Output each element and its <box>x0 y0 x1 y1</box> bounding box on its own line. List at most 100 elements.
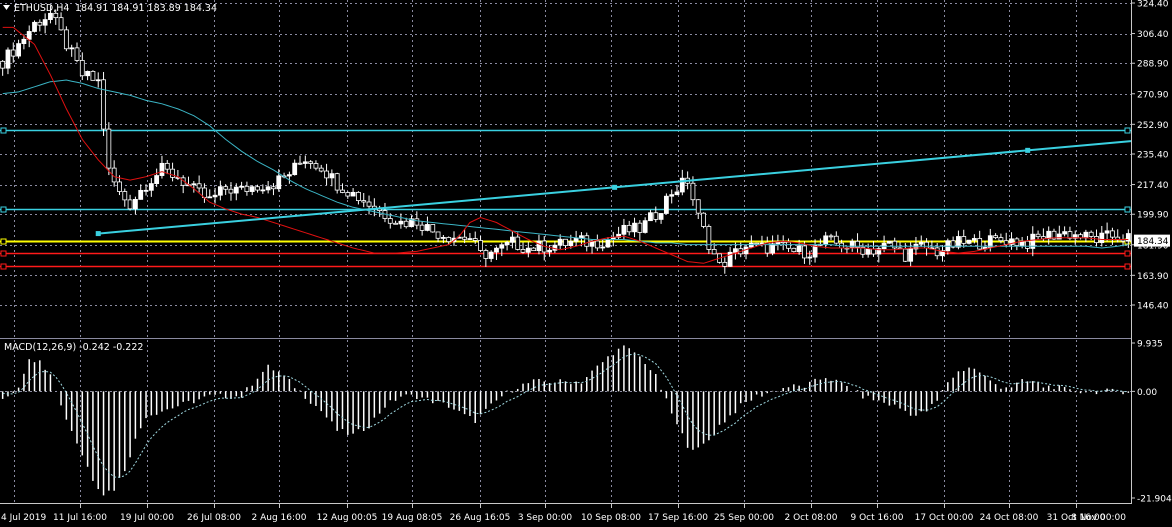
candle-body <box>754 242 760 245</box>
candle-body <box>223 186 229 190</box>
level-handle[interactable] <box>0 206 7 213</box>
candle-body <box>276 175 282 190</box>
level-handle[interactable] <box>0 127 7 134</box>
candle-body <box>63 29 69 50</box>
candle-body <box>780 241 786 244</box>
price-tick-label: 199.90 <box>1137 211 1169 221</box>
candle-body <box>340 189 345 193</box>
candle-body <box>823 235 829 245</box>
level-handle[interactable] <box>1124 206 1131 213</box>
candle-body <box>48 12 53 20</box>
time-tick-label: 4 Jul 2019 <box>1 513 46 523</box>
trendline-handle[interactable] <box>1025 147 1031 153</box>
price-tick-label: 146.40 <box>1137 302 1169 312</box>
time-tick-label: 12 Aug 00:05 <box>317 513 378 523</box>
candle-body <box>849 240 855 249</box>
candle-body <box>122 191 128 201</box>
time-tick-label: 10 Sep 08:00 <box>581 513 641 523</box>
candle-body <box>207 196 213 199</box>
candle-body <box>887 240 892 244</box>
candle-body <box>478 240 483 251</box>
time-tick-label: 3 Sep 00:00 <box>518 513 573 523</box>
candle-body <box>605 239 611 248</box>
level-handle[interactable] <box>0 263 7 270</box>
time-tick-label: 25 Sep 00:00 <box>714 513 774 523</box>
candle-body <box>956 236 961 248</box>
candle-body <box>1110 230 1115 238</box>
candle-body <box>977 238 983 250</box>
level-handle[interactable] <box>0 238 7 245</box>
candle-body <box>584 235 590 247</box>
candle-body <box>865 248 871 255</box>
candle-body <box>302 161 308 164</box>
candle-body <box>239 185 244 188</box>
candle-body <box>79 60 85 77</box>
candle-body <box>568 240 574 246</box>
candle-body <box>308 161 314 164</box>
candle-body <box>85 71 91 77</box>
candle-body <box>833 235 839 244</box>
level-handle[interactable] <box>1124 263 1131 270</box>
candle-body <box>961 236 967 244</box>
candle-body <box>106 128 112 169</box>
candle-body <box>387 218 393 224</box>
candle-body <box>164 162 170 170</box>
time-tick-label: 24 Oct 08:00 <box>980 513 1039 523</box>
candle-body <box>403 220 409 228</box>
candle-body <box>366 201 372 207</box>
candle-body <box>557 238 563 246</box>
candle-body <box>701 212 706 227</box>
price-tick-label: 217.40 <box>1137 181 1169 191</box>
level-handle[interactable] <box>0 250 7 257</box>
candle-body <box>971 238 977 241</box>
candle-body <box>494 247 499 253</box>
trendline-handle[interactable] <box>95 231 101 237</box>
candle-body <box>1025 240 1030 249</box>
trading-chart[interactable]: 324.40 306.40 288.90 270.90 252.90 235.40 217.… <box>0 0 1172 527</box>
candle-body <box>1088 231 1094 237</box>
level-handle[interactable] <box>1124 127 1131 134</box>
candle-body <box>653 212 659 220</box>
candle-body <box>993 235 998 239</box>
candle-body <box>515 236 521 250</box>
candle-body <box>42 19 48 26</box>
candle-body <box>101 79 106 130</box>
candle-body <box>90 71 96 81</box>
candle-body <box>520 249 526 253</box>
candle-body <box>1099 232 1105 244</box>
candle-body <box>32 21 37 32</box>
candle-body <box>334 173 340 191</box>
candle-body <box>271 186 276 190</box>
candle-body <box>547 249 552 253</box>
candle-body <box>233 186 239 194</box>
candle-body <box>525 247 531 253</box>
candle-body <box>419 224 425 231</box>
candle-body <box>265 186 271 191</box>
candle-body <box>658 213 664 220</box>
candle-body <box>637 222 643 233</box>
candle-body <box>600 246 606 249</box>
candle-body <box>828 235 834 238</box>
candle-body <box>69 47 75 50</box>
candle-body <box>154 175 160 184</box>
symbol-label: ETHUSD,H4 <box>14 3 69 14</box>
candle-body <box>255 186 260 191</box>
macd-tick-label: 9.935 <box>1137 340 1163 350</box>
candle-body <box>393 222 398 225</box>
level-handle[interactable] <box>1124 250 1131 257</box>
candle-body <box>462 236 468 240</box>
candle-body <box>345 192 351 197</box>
trendline-handle[interactable] <box>612 184 618 190</box>
price-tick-label: 163.90 <box>1137 272 1169 282</box>
candle-body <box>138 189 144 200</box>
candle-body <box>594 240 600 249</box>
candle-body <box>446 237 452 243</box>
time-tick-label: 17 Oct 00:00 <box>915 513 974 523</box>
candle-body <box>21 38 27 45</box>
time-tick-label: 17 Sep 16:00 <box>648 513 708 523</box>
candle-body <box>297 162 303 165</box>
chart-background <box>0 0 1172 527</box>
macd-label: MACD(12,26,9) -0.242 -0.222 <box>4 342 143 353</box>
candle-body <box>217 186 223 196</box>
candle-body <box>573 237 579 242</box>
